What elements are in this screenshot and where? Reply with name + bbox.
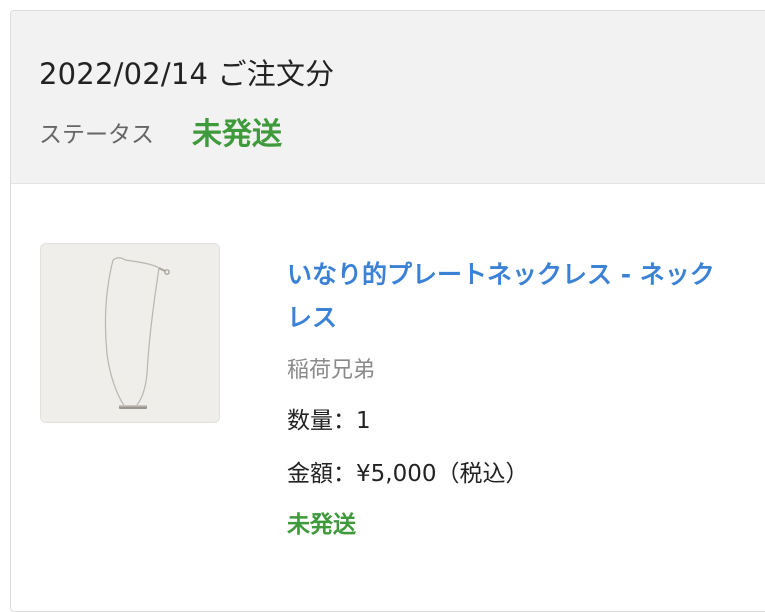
product-brand: 稲荷兄弟 [287, 358, 376, 383]
product-price: 金額：¥5,000（税込） [287, 461, 529, 487]
item-status-badge: 未発送 [287, 512, 356, 538]
order-header: 2022/02/14 ご注文分 ステータス 未発送 [11, 11, 765, 184]
product-image[interactable] [40, 243, 220, 423]
order-date-title: 2022/02/14 ご注文分 [39, 57, 335, 91]
order-status-badge: 未発送 [192, 117, 282, 152]
product-title-link[interactable]: いなり的プレートネックレス - ネックレス [287, 253, 727, 339]
product-quantity: 数量：1 [287, 408, 371, 434]
status-label: ステータス [39, 122, 154, 148]
order-card: 2022/02/14 ご注文分 ステータス 未発送 いなり的プレートネックレス … [10, 10, 765, 612]
necklace-icon [41, 244, 219, 422]
